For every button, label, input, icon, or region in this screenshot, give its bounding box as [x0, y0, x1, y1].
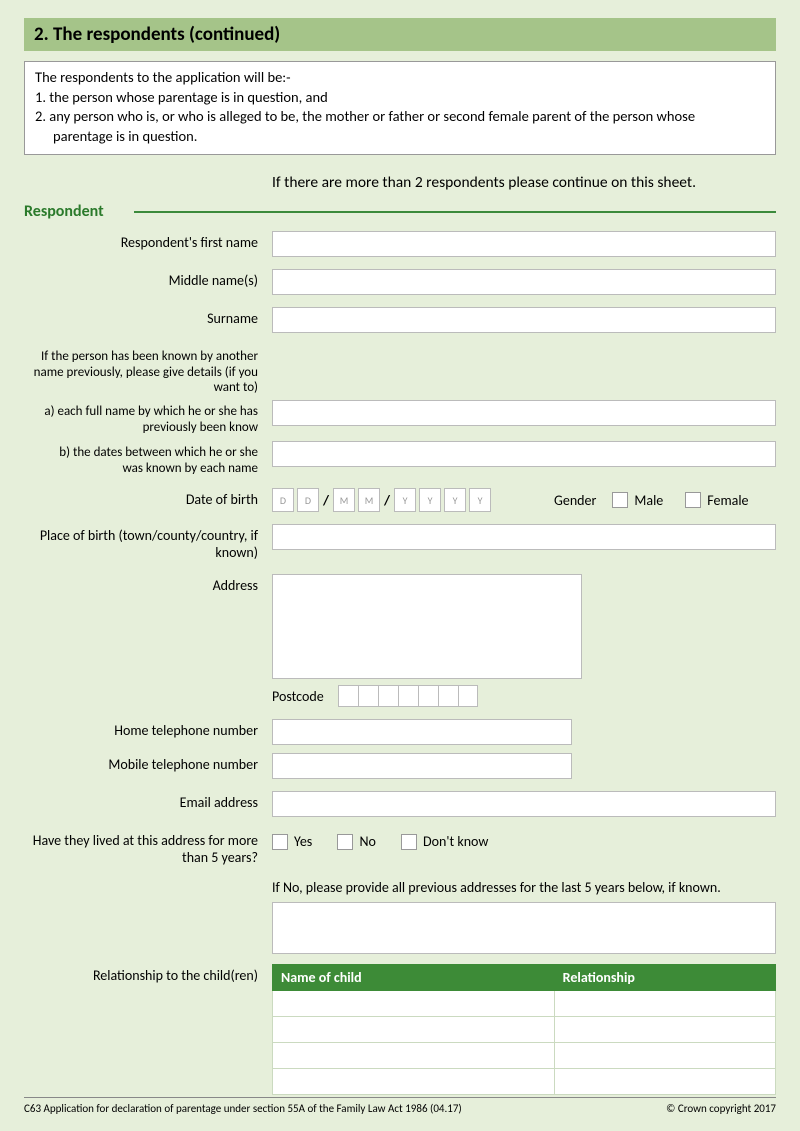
dob-d2[interactable]: D: [297, 488, 319, 512]
label-female: Female: [707, 492, 748, 509]
middle-name-field[interactable]: [272, 269, 776, 295]
label-gender: Gender: [554, 492, 596, 509]
label-pob: Place of birth (town/county/country, if …: [24, 524, 272, 562]
label-postcode: Postcode: [272, 688, 324, 705]
continue-note: If there are more than 2 respondents ple…: [272, 173, 776, 192]
page-footer: C63 Application for declaration of paren…: [24, 1097, 776, 1115]
mobile-tel-field[interactable]: [272, 753, 572, 779]
lived5-yes-checkbox[interactable]: [272, 834, 288, 850]
intro-line1: 1. the person whose parentage is in ques…: [35, 88, 765, 108]
table-row: [273, 990, 776, 1016]
gender-male-checkbox[interactable]: [612, 492, 628, 508]
home-tel-field[interactable]: [272, 719, 572, 745]
dob-y2[interactable]: Y: [419, 488, 441, 512]
label-male: Male: [634, 492, 663, 509]
gender-female-checkbox[interactable]: [685, 492, 701, 508]
previous-addresses-field[interactable]: [272, 902, 776, 954]
address-field[interactable]: [272, 574, 582, 679]
dob-y3[interactable]: Y: [444, 488, 466, 512]
divider: [134, 211, 776, 213]
label-home-tel: Home telephone number: [24, 719, 272, 740]
intro-line2b: parentage is in question.: [35, 127, 765, 147]
label-email: Email address: [24, 791, 272, 812]
label-relchild: Relationship to the child(ren): [24, 964, 272, 985]
intro-line2a: 2. any person who is, or who is alleged …: [35, 107, 765, 127]
label-dontknow: Don't know: [423, 833, 488, 850]
place-of-birth-field[interactable]: [272, 524, 776, 550]
alias-name-field[interactable]: [272, 400, 776, 426]
email-field[interactable]: [272, 791, 776, 817]
relationship-cell[interactable]: [554, 1068, 775, 1094]
label-alias-b: b) the dates between which he or she was…: [24, 441, 272, 476]
dob-y4[interactable]: Y: [469, 488, 491, 512]
dob-sep: /: [323, 492, 329, 509]
child-name-cell[interactable]: [273, 1068, 555, 1094]
postcode-field[interactable]: [338, 685, 478, 707]
dob-d1[interactable]: D: [272, 488, 294, 512]
footer-left: C63 Application for declaration of paren…: [24, 1102, 462, 1115]
dob-sep: /: [384, 492, 390, 509]
label-alias-intro: If the person has been known by another …: [24, 345, 272, 396]
relationship-cell[interactable]: [554, 990, 775, 1016]
section-header: 2. The respondents (continued): [24, 18, 776, 51]
label-yes: Yes: [294, 833, 312, 850]
table-row: [273, 1042, 776, 1068]
label-no: No: [359, 833, 375, 850]
child-relationship-table: Name of child Relationship: [272, 964, 776, 1095]
label-dob: Date of birth: [24, 488, 272, 509]
dob-m2[interactable]: M: [358, 488, 380, 512]
alias-dates-field[interactable]: [272, 441, 776, 467]
relationship-cell[interactable]: [554, 1042, 775, 1068]
table-row: [273, 1068, 776, 1094]
lived5-dontknow-checkbox[interactable]: [401, 834, 417, 850]
child-name-cell[interactable]: [273, 1016, 555, 1042]
label-middle: Middle name(s): [24, 269, 272, 290]
lived5-no-checkbox[interactable]: [337, 834, 353, 850]
ifno-hint: If No, please provide all previous addre…: [272, 879, 776, 896]
th-name-of-child: Name of child: [273, 964, 555, 990]
table-row: [273, 1016, 776, 1042]
label-first-name: Respondent's first name: [24, 231, 272, 252]
label-lived5: Have they lived at this address for more…: [24, 829, 272, 867]
relationship-cell[interactable]: [554, 1016, 775, 1042]
intro-lead: The respondents to the application will …: [35, 68, 765, 88]
dob-m1[interactable]: M: [333, 488, 355, 512]
label-alias-a: a) each full name by which he or she has…: [24, 400, 272, 435]
child-name-cell[interactable]: [273, 990, 555, 1016]
intro-box: The respondents to the application will …: [24, 61, 776, 155]
respondent-subhead: Respondent: [24, 202, 134, 221]
surname-field[interactable]: [272, 307, 776, 333]
dob-y1[interactable]: Y: [394, 488, 416, 512]
footer-right: © Crown copyright 2017: [666, 1102, 776, 1115]
child-name-cell[interactable]: [273, 1042, 555, 1068]
label-address: Address: [24, 574, 272, 595]
label-mobile-tel: Mobile telephone number: [24, 753, 272, 774]
first-name-field[interactable]: [272, 231, 776, 257]
label-surname: Surname: [24, 307, 272, 328]
th-relationship: Relationship: [554, 964, 775, 990]
